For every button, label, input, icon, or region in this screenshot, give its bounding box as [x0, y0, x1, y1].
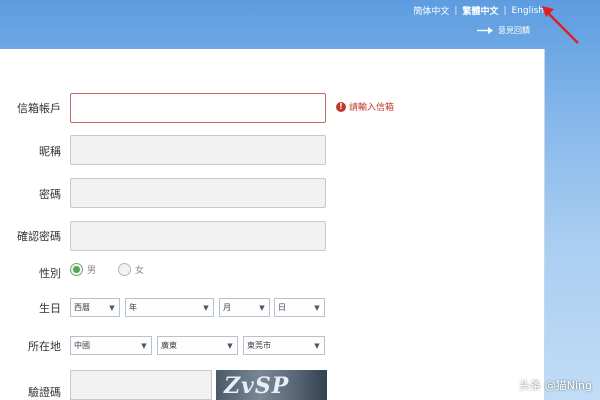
email-hint-text: 請輸入信箱 [349, 103, 395, 113]
radio-checked-icon [70, 263, 83, 276]
email-hint: ! 請輸入信箱 [336, 100, 394, 113]
registration-form: 信箱帳戶 ! 請輸入信箱 昵稱 密碼 確認密碼 性別 男 女 生日 西曆 ▼ 年… [0, 49, 545, 400]
gender-male-label: 男 [87, 266, 97, 276]
chevron-down-icon: ▼ [314, 303, 320, 312]
gender-male-radio[interactable]: 男 [70, 263, 96, 276]
nickname-label: 昵稱 [39, 145, 61, 158]
lang-traditional-link[interactable]: 繁體中文 [462, 4, 498, 17]
email-label: 信箱帳戶 [17, 102, 61, 115]
chevron-down-icon: ▼ [227, 341, 233, 350]
location-province-value: 廣東 [161, 341, 177, 350]
lang-separator: | [454, 5, 458, 16]
nickname-input[interactable] [70, 135, 326, 165]
watermark: 头条 @猫Ning [519, 379, 592, 392]
gender-female-radio[interactable]: 女 [118, 263, 144, 276]
gender-female-label: 女 [135, 266, 145, 276]
gender-radio-group: 男 女 [70, 263, 144, 276]
birthday-era-value: 西曆 [74, 303, 90, 312]
feedback-link[interactable]: 意見回饋 [477, 25, 530, 36]
password-label: 密碼 [39, 188, 61, 201]
annotation-arrow-icon [542, 6, 579, 44]
location-country-value: 中國 [74, 341, 90, 350]
captcha-input[interactable] [70, 370, 212, 400]
location-label: 所在地 [28, 340, 61, 353]
location-city-select[interactable]: 東莞市 ▼ [243, 336, 325, 355]
location-city-value: 東莞市 [247, 341, 271, 350]
chevron-down-icon: ▼ [109, 303, 115, 312]
gender-label: 性別 [39, 267, 61, 280]
birthday-day-value: 日 [278, 303, 286, 312]
feedback-label: 意見回饋 [498, 26, 530, 35]
lang-separator: | [503, 5, 507, 16]
chevron-down-icon: ▼ [141, 341, 147, 350]
birthday-day-select[interactable]: 日 ▼ [274, 298, 325, 317]
birthday-month-select[interactable]: 月 ▼ [219, 298, 270, 317]
email-input[interactable] [70, 93, 326, 123]
radio-unchecked-icon [118, 263, 132, 276]
language-bar: 簡体中文 | 繁體中文 | English [413, 4, 544, 18]
birthday-era-select[interactable]: 西曆 ▼ [70, 298, 120, 317]
arrow-right-icon [477, 26, 493, 35]
location-country-select[interactable]: 中國 ▼ [70, 336, 152, 355]
birthday-year-select[interactable]: 年 ▼ [125, 298, 214, 317]
birthday-year-value: 年 [129, 303, 137, 312]
confirm-password-input[interactable] [70, 221, 326, 251]
birthday-month-value: 月 [223, 303, 231, 312]
chevron-down-icon: ▼ [259, 303, 265, 312]
captcha-label: 驗證碼 [28, 386, 61, 399]
birthday-label: 生日 [39, 302, 61, 315]
captcha-image[interactable]: ZvSP [216, 370, 327, 400]
lang-simplified-link[interactable]: 簡体中文 [413, 4, 449, 17]
chevron-down-icon: ▼ [314, 341, 320, 350]
warning-icon: ! [336, 101, 346, 112]
confirm-password-label: 確認密碼 [17, 230, 61, 243]
chevron-down-icon: ▼ [203, 303, 209, 312]
location-province-select[interactable]: 廣東 ▼ [157, 336, 238, 355]
password-input[interactable] [70, 178, 326, 208]
